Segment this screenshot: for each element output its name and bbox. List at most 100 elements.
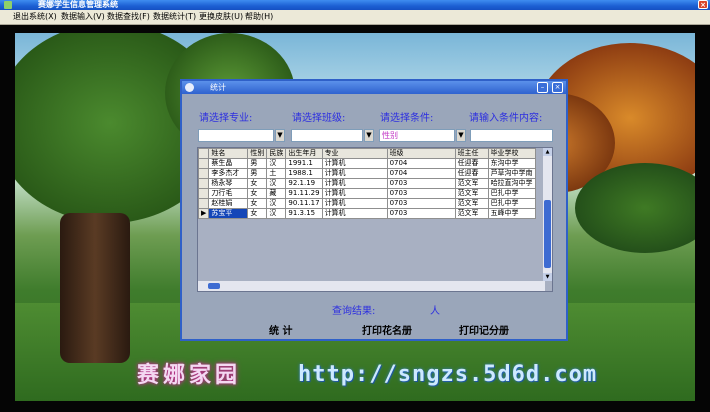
cell-birth[interactable]: 90.11.17 xyxy=(285,198,323,209)
table-row[interactable]: 赵桂娟 女 汉 90.11.17 计算机 0703 范文军 巴扎中学 xyxy=(198,198,536,209)
scroll-up-icon[interactable]: ▲ xyxy=(543,148,552,156)
column-header[interactable]: 姓名 xyxy=(208,148,249,159)
cell-class[interactable]: 0703 xyxy=(386,198,456,209)
cell-major[interactable]: 计算机 xyxy=(321,208,388,219)
vertical-scroll-thumb[interactable] xyxy=(544,200,551,268)
cell-ethnicity[interactable]: 藏 xyxy=(266,188,287,199)
dialog-minimize-button[interactable]: – xyxy=(537,82,548,93)
cell-school[interactable]: 巴扎中学 xyxy=(487,188,536,199)
cell-gender[interactable]: 男 xyxy=(247,168,268,179)
cell-class[interactable]: 0704 xyxy=(386,158,456,169)
class-select[interactable] xyxy=(291,129,363,142)
row-indicator[interactable] xyxy=(198,198,210,209)
cell-class[interactable]: 0703 xyxy=(386,188,456,199)
row-indicator[interactable] xyxy=(198,168,210,179)
cell-school[interactable]: 东沟中学 xyxy=(487,158,536,169)
cell-ethnicity[interactable]: 汉 xyxy=(266,208,287,219)
cell-gender[interactable]: 女 xyxy=(247,188,268,199)
condition-select[interactable]: 性别 xyxy=(379,129,455,142)
major-dropdown-button[interactable]: ▼ xyxy=(275,129,285,142)
cell-teacher[interactable]: 任迎春 xyxy=(454,168,489,179)
cell-school[interactable]: 哈拉直沟中学 xyxy=(487,178,536,189)
major-select[interactable] xyxy=(198,129,274,142)
cell-birth[interactable]: 91.11.29 xyxy=(285,188,323,199)
table-header-row: 姓名 性别 民族 出生年月 专业 班级 班主任 毕业学校 xyxy=(198,148,536,159)
input-label: 请输入条件内容: xyxy=(469,113,543,124)
cell-school[interactable]: 五峰中学 xyxy=(487,208,536,219)
print-roster-button[interactable]: 打印花名册 xyxy=(362,322,412,337)
window-close-button[interactable]: × xyxy=(698,0,708,9)
table-row[interactable]: 杨永琴 女 汉 92.1.19 计算机 0703 范文军 哈拉直沟中学 xyxy=(198,178,536,189)
cell-gender[interactable]: 男 xyxy=(247,158,268,169)
main-title-bar: 赛娜学生信息管理系统 × xyxy=(0,0,710,10)
cell-name[interactable]: 刀行毛 xyxy=(208,188,249,199)
cell-major[interactable]: 计算机 xyxy=(321,158,388,169)
cell-teacher[interactable]: 范文军 xyxy=(454,188,489,199)
cell-teacher[interactable]: 范文军 xyxy=(454,208,489,219)
horizontal-scroll-thumb[interactable] xyxy=(208,283,220,289)
cell-name[interactable]: 蔡生晶 xyxy=(208,158,249,169)
column-header[interactable]: 专业 xyxy=(321,148,388,159)
row-indicator[interactable] xyxy=(198,188,210,199)
cell-major[interactable]: 计算机 xyxy=(321,178,388,189)
column-header[interactable]: 出生年月 xyxy=(285,148,323,159)
current-row-indicator[interactable]: ▶ xyxy=(198,208,210,219)
column-header[interactable]: 班级 xyxy=(386,148,456,159)
cell-ethnicity[interactable]: 汉 xyxy=(266,198,287,209)
cell-school[interactable]: 芦草沟中学南 xyxy=(487,168,536,179)
column-header[interactable]: 毕业学校 xyxy=(487,148,536,159)
cell-birth[interactable]: 1991.1 xyxy=(285,158,323,169)
cell-teacher[interactable]: 范文军 xyxy=(454,178,489,189)
cell-school[interactable]: 巴扎中学 xyxy=(487,198,536,209)
table-row[interactable]: 刀行毛 女 藏 91.11.29 计算机 0703 范文军 巴扎中学 xyxy=(198,188,536,199)
dialog-title-bar[interactable]: 统计 – × xyxy=(182,81,566,94)
cell-ethnicity[interactable]: 土 xyxy=(266,168,287,179)
results-grid[interactable]: 姓名 性别 民族 出生年月 专业 班级 班主任 毕业学校 蔡生晶 男 汉 199… xyxy=(197,147,553,292)
cell-name[interactable]: 李多杰才 xyxy=(208,168,249,179)
cell-birth[interactable]: 1988.1 xyxy=(285,168,323,179)
condition-input[interactable] xyxy=(470,129,553,142)
stats-button[interactable]: 统 计 xyxy=(269,322,292,337)
cell-birth[interactable]: 92.1.19 xyxy=(285,178,323,189)
cell-teacher[interactable]: 范文军 xyxy=(454,198,489,209)
cell-gender[interactable]: 女 xyxy=(247,178,268,189)
cell-teacher[interactable]: 任迎春 xyxy=(454,158,489,169)
dialog-close-button[interactable]: × xyxy=(552,82,563,93)
horizontal-scrollbar[interactable] xyxy=(198,281,545,291)
cell-ethnicity[interactable]: 汉 xyxy=(266,158,287,169)
cell-major[interactable]: 计算机 xyxy=(321,188,388,199)
cell-ethnicity[interactable]: 汉 xyxy=(266,178,287,189)
cell-birth[interactable]: 91.3.15 xyxy=(285,208,323,219)
cell-class[interactable]: 0703 xyxy=(386,208,456,219)
print-scorebook-button[interactable]: 打印记分册 xyxy=(459,322,509,337)
condition-dropdown-button[interactable]: ▼ xyxy=(456,129,466,142)
menu-data-input[interactable]: 数据输入(V) xyxy=(61,11,105,23)
cell-gender[interactable]: 女 xyxy=(247,198,268,209)
class-dropdown-button[interactable]: ▼ xyxy=(364,129,374,142)
table-row[interactable]: 蔡生晶 男 汉 1991.1 计算机 0704 任迎春 东沟中学 xyxy=(198,158,536,169)
cell-major[interactable]: 计算机 xyxy=(321,198,388,209)
vertical-scrollbar[interactable]: ▲ ▼ xyxy=(543,148,552,281)
cell-name[interactable]: 苏宝平 xyxy=(208,208,249,219)
row-indicator[interactable] xyxy=(198,158,210,169)
row-indicator[interactable] xyxy=(198,178,210,189)
cell-major[interactable]: 计算机 xyxy=(321,168,388,179)
cell-name[interactable]: 赵桂娟 xyxy=(208,198,249,209)
major-label: 请选择专业: xyxy=(199,113,253,124)
scroll-down-icon[interactable]: ▼ xyxy=(543,273,552,281)
cell-class[interactable]: 0703 xyxy=(386,178,456,189)
menu-data-search[interactable]: 数据查找(F) xyxy=(107,11,150,23)
menu-exit[interactable]: 退出系统(X) xyxy=(13,11,57,23)
cell-gender[interactable]: 女 xyxy=(247,208,268,219)
cell-class[interactable]: 0704 xyxy=(386,168,456,179)
table-row[interactable]: 李多杰才 男 土 1988.1 计算机 0704 任迎春 芦草沟中学南 xyxy=(198,168,536,179)
menu-help[interactable]: 帮助(H) xyxy=(245,11,273,23)
column-header[interactable]: 民族 xyxy=(266,148,287,159)
table-row-selected[interactable]: ▶ 苏宝平 女 汉 91.3.15 计算机 0703 范文军 五峰中学 xyxy=(198,208,536,219)
column-header[interactable]: 性别 xyxy=(247,148,268,159)
column-header[interactable]: 班主任 xyxy=(454,148,489,159)
menu-data-stats[interactable]: 数据统计(T) xyxy=(153,11,196,23)
dialog-icon xyxy=(185,83,194,92)
cell-name[interactable]: 杨永琴 xyxy=(208,178,249,189)
menu-change-skin[interactable]: 更换皮肤(U) xyxy=(199,11,243,23)
